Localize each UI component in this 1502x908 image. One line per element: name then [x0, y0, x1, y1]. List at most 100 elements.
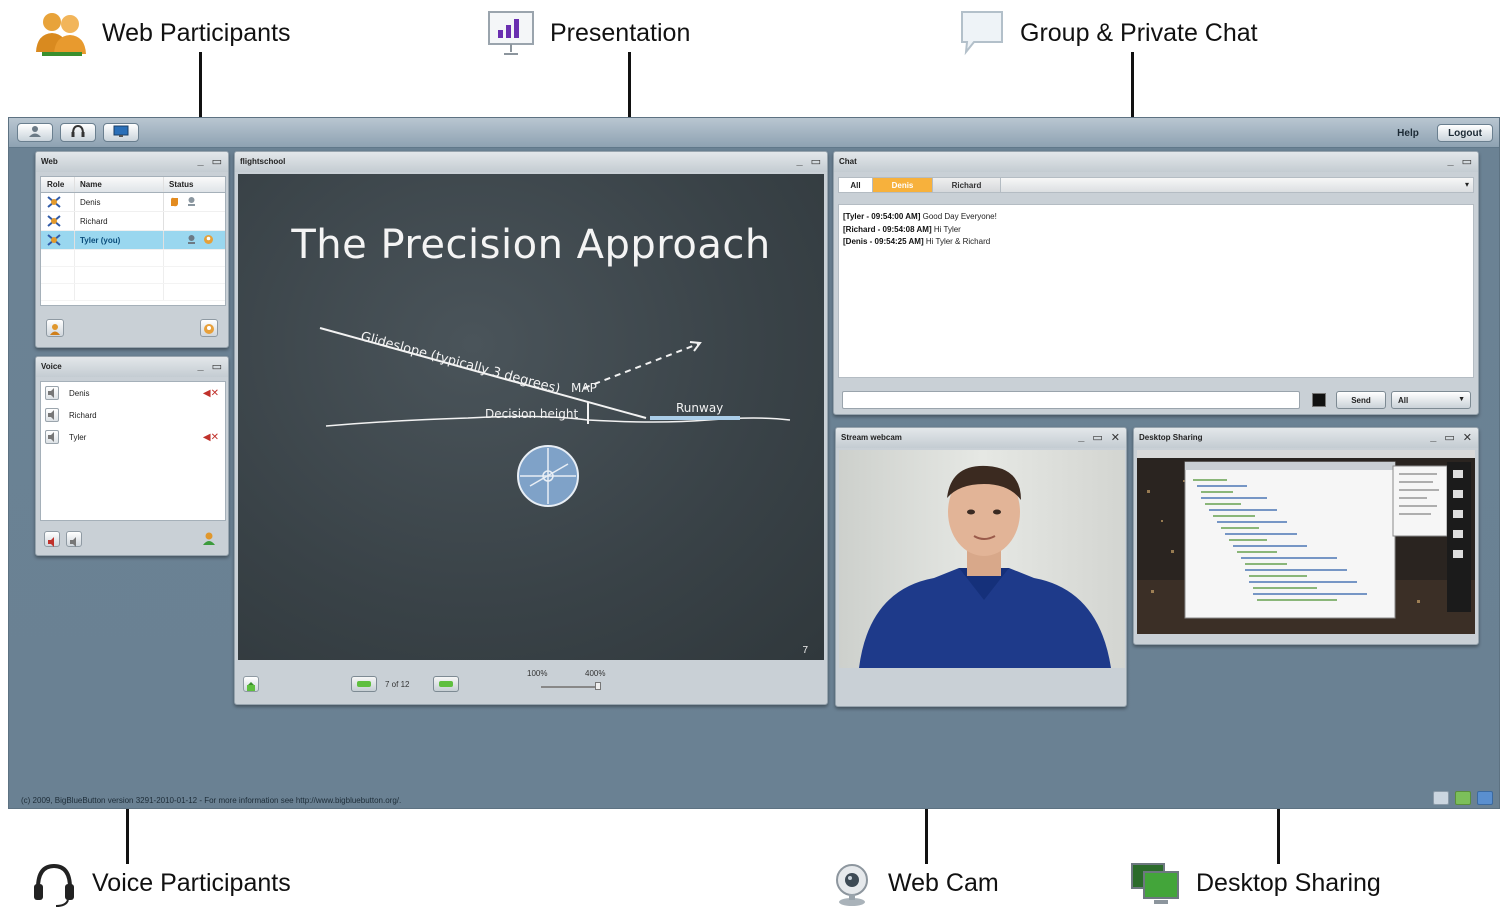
webcam-status-icon [186, 196, 197, 209]
callout-desktop-sharing: Desktop Sharing [1128, 858, 1381, 908]
previous-slide-button[interactable] [351, 676, 377, 692]
presentation-controls: 7 of 12 100% 400% [235, 660, 827, 704]
mute-icon [47, 534, 57, 552]
unmute-all-button[interactable] [66, 531, 82, 547]
callout-label: Group & Private Chat [1020, 18, 1258, 47]
close-icon[interactable]: ✕ [1463, 431, 1472, 444]
viewer-role-icon [47, 196, 61, 208]
desktop-window-icon[interactable] [1477, 791, 1493, 805]
minimize-icon[interactable]: _ [197, 360, 203, 373]
users-toolbar-button[interactable] [17, 123, 53, 142]
participants-table: Role Name Status Denis Richard Tyler (yo… [40, 176, 226, 306]
list-item[interactable]: Tyler ◀✕ [41, 426, 225, 448]
web-participants-panel: Web _ ▭ Role Name Status Denis Richard T… [35, 151, 229, 348]
desktop-sharing-panel: Desktop Sharing _ ▭ ✕ [1133, 427, 1479, 645]
voice-settings-button[interactable] [202, 531, 218, 547]
audio-toolbar-button[interactable] [60, 123, 96, 142]
presentation-panel: flightschool _ ▭ The Precision Approach G… [234, 151, 828, 705]
minimize-icon[interactable]: _ [1447, 155, 1453, 168]
help-link[interactable]: Help [1393, 124, 1423, 142]
viewer-role-icon [47, 215, 61, 227]
person-video-frame [839, 450, 1125, 668]
tab-richard[interactable]: Richard [933, 178, 1001, 192]
layout-grid-icon[interactable] [1455, 791, 1471, 805]
maximize-icon[interactable]: ▭ [1444, 431, 1454, 444]
send-button[interactable]: Send [1336, 391, 1386, 409]
voice-participant-name: Tyler [69, 432, 87, 442]
maximize-icon[interactable]: ▭ [212, 360, 222, 373]
headset-icon [30, 858, 78, 908]
list-item[interactable]: Richard [41, 404, 225, 426]
tab-list-dropdown-icon[interactable]: ▾ [1465, 180, 1469, 189]
table-row-selected[interactable]: Tyler (you) [41, 231, 225, 250]
table-row[interactable]: Denis [41, 193, 225, 212]
mute-all-button[interactable] [44, 531, 60, 547]
panel-title: Desktop Sharing _ ▭ ✕ [1134, 428, 1478, 448]
column-header-role[interactable]: Role [41, 177, 75, 192]
chat-message-input[interactable] [842, 391, 1300, 409]
bigbluebutton-app: Help Logout Web _ ▭ Role Name Status Deni… [8, 117, 1500, 809]
shared-desktop-view [1137, 450, 1475, 634]
chat-messages: [Tyler - 09:54:00 AM] Good Day Everyone!… [838, 204, 1474, 378]
maximize-icon[interactable]: ▭ [212, 155, 222, 168]
speaker-icon[interactable] [45, 408, 59, 422]
zoom-slider-thumb[interactable] [595, 682, 601, 690]
minimize-icon[interactable]: _ [1430, 431, 1436, 444]
chat-window-icon[interactable] [1433, 791, 1449, 805]
chat-message: [Tyler - 09:54:00 AM] Good Day Everyone! [843, 211, 1469, 224]
message-sender: [Tyler - 09:54:00 AM] [843, 212, 921, 221]
voice-list: Denis ◀✕ Richard Tyler ◀✕ [40, 381, 226, 521]
tab-all[interactable]: All [839, 178, 873, 192]
column-header-name[interactable]: Name [75, 177, 164, 192]
maximize-icon[interactable]: ▭ [1462, 155, 1472, 168]
speaker-icon[interactable] [45, 386, 59, 400]
callout-label: Presentation [550, 18, 691, 47]
recipient-select[interactable]: All ▼ [1391, 391, 1471, 409]
footer-tray [1433, 791, 1493, 805]
user-presenter-icon [49, 322, 61, 340]
callout-voice-participants: Voice Participants [30, 858, 291, 908]
upload-button[interactable] [243, 676, 259, 692]
message-sender: [Denis - 09:54:25 AM] [843, 237, 924, 246]
minimize-icon[interactable]: _ [796, 155, 802, 168]
shared-screen-image [1137, 450, 1475, 634]
column-header-status[interactable]: Status [164, 177, 225, 192]
panel-title: flightschool _ ▭ [235, 152, 827, 172]
presenter-switch-button[interactable] [46, 319, 64, 337]
next-slide-button[interactable] [433, 676, 459, 692]
zoom-min-label: 100% [527, 669, 548, 678]
zoom-slider-track[interactable] [541, 686, 601, 688]
raised-hand-icon [169, 196, 180, 209]
close-icon[interactable]: ✕ [1111, 431, 1120, 444]
decision-height-label: Decision height [485, 407, 578, 421]
panel-title: Stream webcam _ ▭ ✕ [836, 428, 1126, 448]
muted-icon[interactable]: ◀✕ [203, 432, 219, 443]
maximize-icon[interactable]: ▭ [1092, 431, 1102, 444]
presentation-chart-icon [486, 8, 536, 58]
minimize-icon[interactable]: _ [197, 155, 203, 168]
speaker-icon [69, 534, 79, 552]
glideslope-label: Glideslope (typically 3 degrees) [359, 329, 562, 397]
raise-hand-button[interactable] [200, 319, 218, 337]
table-row[interactable]: Richard [41, 212, 225, 231]
logout-button[interactable]: Logout [1437, 124, 1493, 142]
speaker-icon[interactable] [45, 430, 59, 444]
desktop-share-toolbar-button[interactable] [103, 123, 139, 142]
arrow-right-icon [439, 681, 453, 687]
participant-name: Denis [75, 193, 164, 211]
panel-title-text: flightschool [240, 157, 286, 166]
tab-denis[interactable]: Denis [873, 178, 933, 192]
zoom-max-label: 400% [585, 669, 606, 678]
copyright-footer: (c) 2009, BigBlueButton version 3291-201… [21, 796, 402, 805]
user-gear-icon [202, 532, 216, 549]
minimize-icon[interactable]: _ [1078, 431, 1084, 444]
callout-web-participants: Web Participants [34, 8, 291, 58]
slide-canvas[interactable]: The Precision Approach Glideslope (typic… [238, 174, 824, 660]
list-item[interactable]: Denis ◀✕ [41, 382, 225, 404]
chat-message: [Denis - 09:54:25 AM] Hi Tyler & Richard [843, 236, 1469, 249]
voice-participants-panel: Voice _ ▭ Denis ◀✕ Richard Tyler ◀✕ [35, 356, 229, 556]
message-text: Hi Tyler & Richard [925, 237, 991, 246]
maximize-icon[interactable]: ▭ [811, 155, 821, 168]
muted-icon[interactable]: ◀✕ [203, 388, 219, 399]
text-color-picker[interactable] [1312, 393, 1326, 407]
